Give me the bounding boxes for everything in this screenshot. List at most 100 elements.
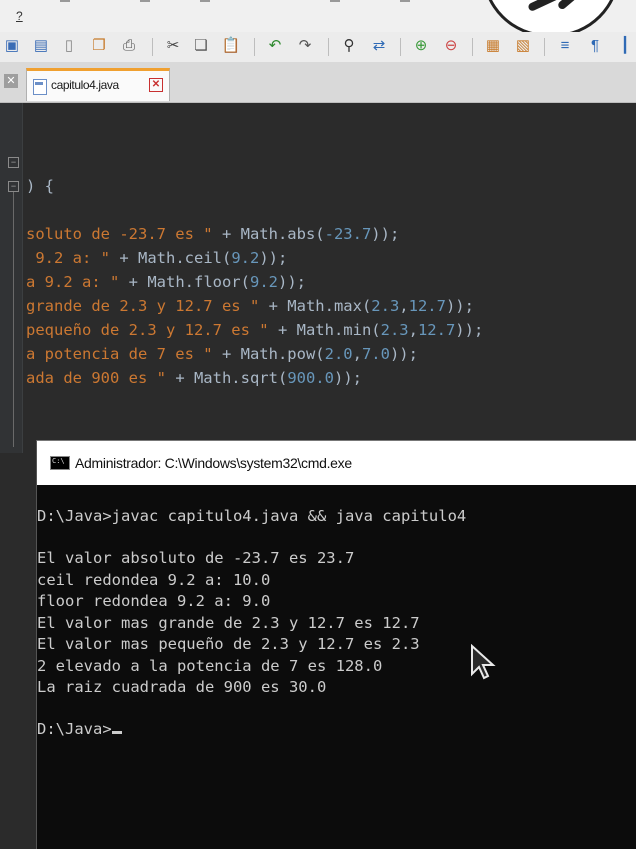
copy-file-icon[interactable]: ❐ [90, 37, 108, 55]
toolbar-separator [544, 38, 545, 56]
tab-bar: ✕ capitulo4.java ✕ [0, 62, 636, 103]
code-token: )); [259, 249, 288, 267]
code-token: 9.2 [231, 249, 260, 267]
code-token: 2.3 [371, 297, 400, 315]
text-cursor [111, 731, 122, 734]
cmd-output-line: floor redondea 9.2 a: 9.0 [37, 592, 271, 610]
code-token: 12.7 [408, 297, 446, 315]
code-token: pequeño de 2.3 y 12.7 es " [26, 321, 269, 339]
cmd-output-line: El valor mas pequeño de 2.3 y 12.7 es 2.… [37, 635, 420, 653]
code-token: grande de 2.3 y 12.7 es " [26, 297, 260, 315]
close-all-tabs-icon[interactable]: ✕ [4, 74, 18, 88]
cmd-prompt: D:\Java> [37, 720, 112, 738]
code-token: + Math.abs( [212, 225, 325, 243]
save-all-icon[interactable]: ▤ [32, 37, 50, 55]
cmd-output-line: La raiz cuadrada de 900 es 30.0 [37, 678, 327, 696]
code-token: ada de 900 es " [26, 369, 166, 387]
paste-icon[interactable]: 📋 [222, 37, 241, 55]
menu-fragment [140, 0, 150, 2]
code-token: + Math.ceil( [110, 249, 232, 267]
java-file-icon [33, 79, 47, 95]
redo-icon[interactable]: ↷ [296, 37, 314, 55]
code-token: 9.2 a: " [26, 249, 110, 267]
code-token: ) { [26, 177, 54, 195]
toolbar-separator [152, 38, 153, 56]
code-token: a potencia de 7 es " [26, 345, 213, 363]
code-token: + Math.pow( [212, 345, 325, 363]
cmd-output[interactable]: D:\Java>javac capitulo4.java && java cap… [37, 485, 636, 849]
fold-guide [13, 192, 14, 447]
code-token: , [408, 321, 418, 339]
code-token: 7.0 [361, 345, 390, 363]
toolbar-separator [328, 38, 329, 56]
find-icon[interactable]: ⚲ [340, 37, 358, 55]
code-token: + Math.sqrt( [165, 369, 288, 387]
fold-marker-icon[interactable]: − [8, 157, 19, 168]
new-file-icon[interactable]: ▯ [60, 37, 78, 55]
tab-capitulo4[interactable]: capitulo4.java ✕ [26, 68, 170, 101]
code-editor[interactable]: − − ) { soluto de -23.7 es " + Math.abs(-… [0, 103, 636, 849]
window-icon[interactable]: ▦ [484, 37, 502, 55]
code-token: soluto de -23.7 es " [26, 225, 213, 243]
indent-guide-icon[interactable]: ┃ [616, 37, 634, 55]
code-token: )); [445, 297, 474, 315]
code-token: a 9.2 a: " [26, 273, 120, 291]
code-line: a potencia de 7 es " + Math.pow(2.0,7.0)… [26, 345, 418, 363]
code-line: ) { [26, 177, 54, 195]
tab-label: capitulo4.java [51, 78, 119, 92]
code-line: ada de 900 es " + Math.sqrt(900.0)); [26, 369, 362, 387]
cmd-titlebar[interactable]: Administrador: C:\Windows\system32\cmd.e… [37, 441, 636, 485]
code-token: + Math.max( [259, 297, 372, 315]
menu-fragment [200, 0, 210, 2]
copy-icon[interactable]: ❏ [192, 37, 210, 55]
code-token: 2.0 [324, 345, 353, 363]
cmd-command-line: D:\Java>javac capitulo4.java && java cap… [37, 507, 467, 525]
code-token: + Math.floor( [119, 273, 250, 291]
fold-marker-icon[interactable]: − [8, 181, 19, 192]
editor-gutter: − − [0, 103, 23, 453]
code-line: pequeño de 2.3 y 12.7 es " + Math.min(2.… [26, 321, 483, 339]
code-token: , [399, 297, 409, 315]
toolbar-separator [472, 38, 473, 56]
code-token: -23.7 [324, 225, 372, 243]
toolbar-separator [400, 38, 401, 56]
cmd-output-line: 2 elevado a la potencia de 7 es 128.0 [37, 656, 383, 675]
cmd-output-line: El valor absoluto de -23.7 es 23.7 [37, 549, 355, 567]
wrap-icon[interactable]: ≡ [556, 37, 574, 55]
pilcrow-icon[interactable]: ¶ [586, 37, 604, 55]
code-token: )); [389, 345, 418, 363]
zoom-in-icon[interactable]: ⊕ [412, 37, 430, 55]
cmd-prompt-line: D:\Java> [37, 720, 122, 738]
code-token: + Math.min( [268, 321, 381, 339]
code-token: )); [371, 225, 400, 243]
cmd-window[interactable]: Administrador: C:\Windows\system32\cmd.e… [36, 440, 636, 849]
cmd-output-line: ceil redondea 9.2 a: 10.0 [37, 570, 271, 589]
menu-fragment [400, 0, 410, 2]
close-tab-icon[interactable]: ✕ [149, 78, 163, 92]
cmd-icon [50, 456, 70, 470]
code-line: a 9.2 a: " + Math.floor(9.2)); [26, 273, 306, 291]
menu-fragment [330, 0, 340, 2]
cmd-title: Administrador: C:\Windows\system32\cmd.e… [75, 455, 352, 471]
code-token: 900.0 [287, 369, 334, 387]
print-icon[interactable]: ⎙ [120, 37, 138, 55]
code-line: grande de 2.3 y 12.7 es " + Math.max(2.3… [26, 297, 474, 315]
cut-icon[interactable]: ✂ [164, 37, 182, 55]
code-token: )); [277, 273, 306, 291]
cmd-output-line: El valor mas grande de 2.3 y 12.7 es 12.… [37, 613, 420, 632]
menu-fragment [60, 0, 70, 2]
replace-icon[interactable]: ⇄ [370, 37, 388, 55]
code-token: 9.2 [249, 273, 278, 291]
window-2-icon[interactable]: ▧ [514, 37, 532, 55]
code-token: , [352, 345, 362, 363]
code-line: soluto de -23.7 es " + Math.abs(-23.7)); [26, 225, 399, 243]
code-line: 9.2 a: " + Math.ceil(9.2)); [26, 249, 287, 267]
toolbar-separator [254, 38, 255, 56]
save-icon[interactable]: ▣ [3, 37, 21, 55]
help-menu[interactable]: ? [16, 9, 23, 23]
code-token: 2.3 [380, 321, 409, 339]
zoom-out-icon[interactable]: ⊖ [442, 37, 460, 55]
mouse-pointer-icon [471, 644, 496, 680]
undo-icon[interactable]: ↶ [266, 37, 284, 55]
code-token: )); [333, 369, 362, 387]
